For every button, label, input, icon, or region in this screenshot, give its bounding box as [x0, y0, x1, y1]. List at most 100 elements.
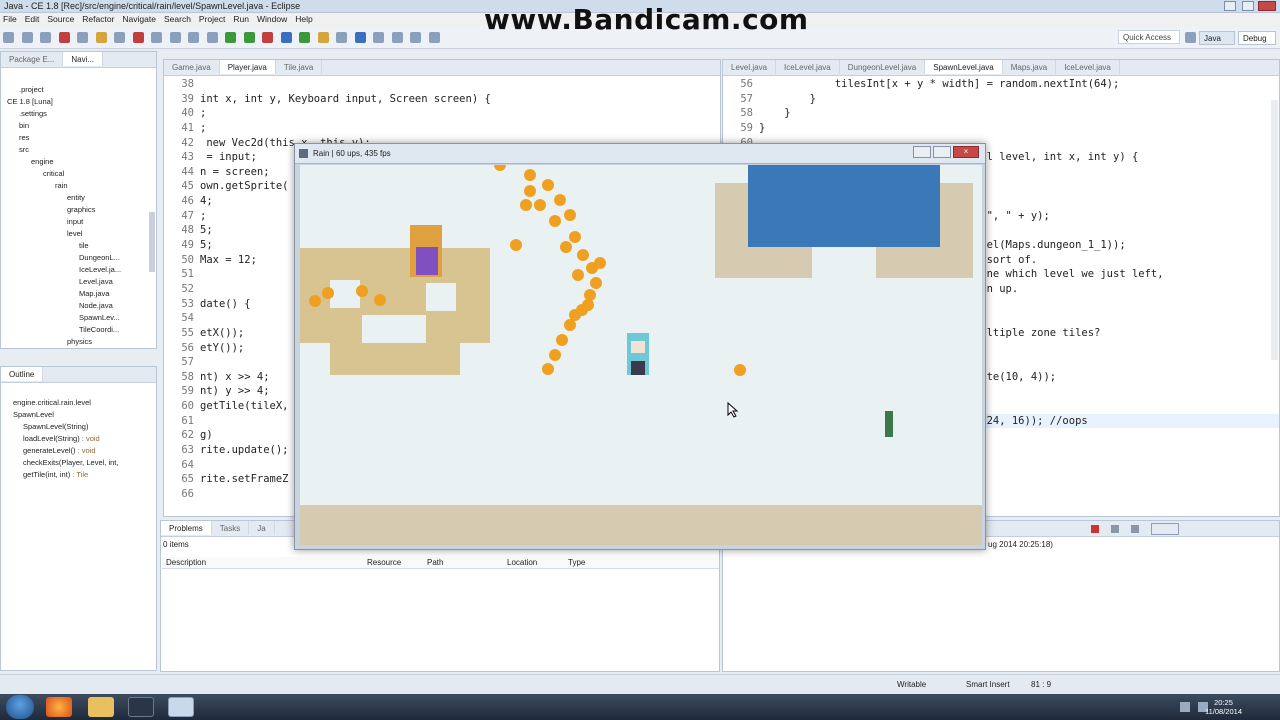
tree-item[interactable]: IceLevel.ja...: [1, 264, 156, 276]
new-icon[interactable]: [3, 32, 14, 43]
tree-item[interactable]: CE 1.8 [Luna]: [1, 96, 156, 108]
right-editor-scrollbar[interactable]: [1271, 100, 1278, 360]
editor-tab[interactable]: Tile.java: [276, 60, 323, 74]
clear-console-icon[interactable]: [1131, 525, 1139, 533]
editor-tab[interactable]: Level.java: [723, 60, 777, 74]
code-line[interactable]: 56 tilesInt[x + y * width] = random.next…: [723, 77, 1279, 92]
resume-icon[interactable]: [95, 32, 107, 43]
game-canvas[interactable]: [300, 165, 982, 545]
run-icon[interactable]: [243, 32, 255, 43]
tree-item[interactable]: Level.java: [1, 276, 156, 288]
problems-column-header[interactable]: Path: [427, 558, 443, 567]
tree-item[interactable]: Node.java: [1, 300, 156, 312]
external-tools-icon[interactable]: [262, 32, 274, 43]
step-over-icon[interactable]: [188, 32, 200, 43]
code-line[interactable]: 41;: [164, 121, 720, 136]
java-icon[interactable]: [168, 697, 194, 717]
tree-item[interactable]: res: [1, 132, 156, 144]
outline-item[interactable]: SpawnLevel(String): [1, 421, 156, 433]
outline-item[interactable]: engine.critical.rain.level: [1, 397, 156, 409]
tree-item[interactable]: critical: [1, 168, 156, 180]
tree-item[interactable]: Map.java: [1, 288, 156, 300]
explorer-icon[interactable]: [88, 697, 114, 717]
editor-tab[interactable]: DungeonLevel.java: [840, 60, 926, 74]
suspend-icon[interactable]: [114, 32, 126, 43]
outline-item[interactable]: getTile(int, int) : Tile: [1, 469, 156, 481]
problems-column-header[interactable]: Type: [568, 558, 585, 567]
save-icon[interactable]: [21, 32, 33, 43]
open-type-icon[interactable]: [317, 32, 329, 43]
minimize-button[interactable]: [1224, 1, 1236, 11]
maximize-button[interactable]: [1242, 1, 1254, 11]
menu-item[interactable]: Navigate: [119, 13, 161, 24]
problems-tab[interactable]: Ja: [249, 521, 275, 535]
terminate-icon[interactable]: [132, 32, 144, 43]
open-perspective-icon[interactable]: [1185, 32, 1196, 43]
perspective-debug[interactable]: Debug: [1238, 31, 1276, 45]
editor-tab[interactable]: SpawnLevel.java: [925, 60, 1003, 74]
start-button[interactable]: [6, 695, 34, 719]
pin-icon[interactable]: [391, 32, 403, 43]
disconnect-icon[interactable]: [151, 32, 163, 43]
terminate-icon[interactable]: [1091, 525, 1099, 533]
explorer-tab[interactable]: Navi...: [63, 52, 104, 66]
quick-access-input[interactable]: Quick Access: [1118, 30, 1180, 44]
code-line[interactable]: 59}: [723, 121, 1279, 136]
outline-item[interactable]: SpawnLevel: [1, 409, 156, 421]
new-package-icon[interactable]: [299, 32, 311, 43]
editor-tab[interactable]: Player.java: [219, 60, 276, 74]
tree-item[interactable]: level: [1, 228, 156, 240]
tree-item[interactable]: tile: [1, 240, 156, 252]
code-line[interactable]: 38: [164, 77, 720, 92]
forward-icon[interactable]: [428, 32, 440, 43]
debug-icon[interactable]: [225, 32, 237, 43]
new-class-icon[interactable]: [280, 32, 292, 43]
tree-item[interactable]: SpawnLev...: [1, 312, 156, 324]
game-close-button[interactable]: ×: [953, 146, 979, 158]
close-button[interactable]: [1258, 1, 1276, 11]
outline-item[interactable]: generateLevel() : void: [1, 445, 156, 457]
step-into-icon[interactable]: [169, 32, 181, 43]
tree-item[interactable]: physics: [1, 336, 156, 348]
search-icon[interactable]: [336, 32, 348, 43]
editor-tab[interactable]: IceLevel.java: [776, 60, 840, 74]
menu-item[interactable]: Window: [254, 13, 292, 24]
tree-item[interactable]: entity: [1, 192, 156, 204]
explorer-tab[interactable]: Package E...: [1, 52, 64, 66]
tab-outline[interactable]: Outline: [1, 367, 44, 381]
tree-item[interactable]: src: [1, 144, 156, 156]
problems-tab[interactable]: Problems: [161, 521, 212, 535]
stop-icon[interactable]: [58, 32, 70, 43]
tree-item[interactable]: .settings: [1, 108, 156, 120]
game-window[interactable]: Rain | 60 ups, 435 fps ×: [294, 143, 986, 550]
tree-item[interactable]: DungeonL...: [1, 252, 156, 264]
firefox-icon[interactable]: [46, 697, 72, 717]
tree-item[interactable]: .project: [1, 84, 156, 96]
tree-item[interactable]: rain: [1, 180, 156, 192]
outline-item[interactable]: loadLevel(String) : void: [1, 433, 156, 445]
editor-tab[interactable]: IceLevel.java: [1056, 60, 1120, 74]
code-line[interactable]: 57 }: [723, 92, 1279, 107]
menu-item[interactable]: Help: [292, 13, 317, 24]
game-maximize-button[interactable]: [933, 146, 951, 158]
perspective-java[interactable]: Java: [1199, 31, 1235, 45]
print-icon[interactable]: [40, 32, 52, 43]
tree-item[interactable]: input: [1, 216, 156, 228]
code-line[interactable]: 40;: [164, 106, 720, 121]
tree-item[interactable]: bin: [1, 120, 156, 132]
flag-icon[interactable]: [1180, 702, 1190, 712]
problems-column-header[interactable]: Description: [166, 558, 206, 567]
clock[interactable]: 20:25 11/08/2014: [1205, 698, 1242, 716]
code-line[interactable]: 58 }: [723, 106, 1279, 121]
editor-tab[interactable]: Game.java: [164, 60, 220, 74]
tree-item[interactable]: TileCoordi...: [1, 324, 156, 336]
menu-item[interactable]: Source: [44, 13, 79, 24]
remove-launch-icon[interactable]: [1111, 525, 1119, 533]
editor-tab[interactable]: Maps.java: [1003, 60, 1057, 74]
toggle-mark-icon[interactable]: [354, 32, 366, 43]
menu-item[interactable]: File: [0, 13, 22, 24]
tree-item[interactable]: graphics: [1, 204, 156, 216]
problems-tab[interactable]: Tasks: [212, 521, 250, 535]
menu-item[interactable]: Project: [196, 13, 230, 24]
code-line[interactable]: 39 int x, int y, Keyboard input, Screen s…: [164, 92, 720, 107]
